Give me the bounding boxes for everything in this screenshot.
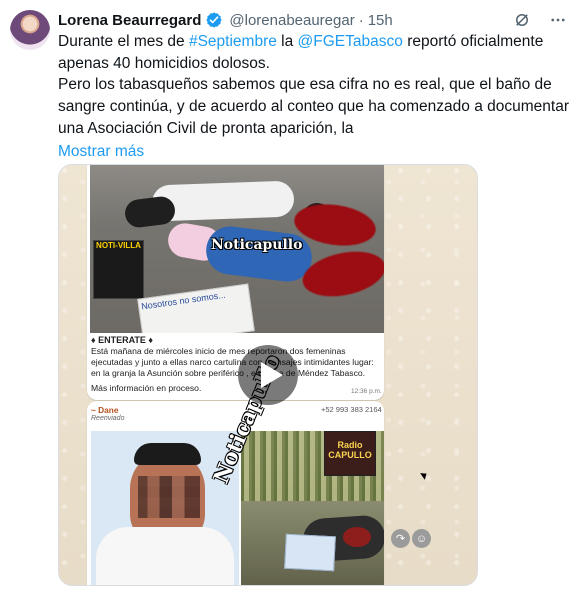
post-time[interactable]: 15h bbox=[368, 12, 393, 29]
emoji-button[interactable]: ☺ bbox=[412, 529, 431, 548]
post-text-segment: la bbox=[276, 33, 298, 50]
sender-phone: +52 993 383 2164 bbox=[321, 405, 382, 414]
body-shape bbox=[123, 195, 177, 229]
post-text-line: una Asociación Civil de pronta aparición… bbox=[58, 119, 354, 137]
author-name[interactable]: Lorena Beaurregard bbox=[58, 12, 201, 29]
sign-text: Nosotros no somos... bbox=[140, 289, 227, 312]
video-media[interactable]: NOTI-VILLA Nosotros no somos... Noticapu… bbox=[58, 164, 478, 586]
portrait-hair bbox=[134, 443, 201, 465]
radio-logo-text: Radio CAPULLO bbox=[328, 440, 372, 460]
portrait-shirt bbox=[96, 527, 234, 585]
post-text-line: apenas 40 homicidios dolosos. bbox=[58, 54, 270, 72]
author-handle[interactable]: @lorenabeauregar bbox=[229, 12, 354, 29]
mention-link[interactable]: @FGETabasco bbox=[298, 33, 403, 50]
message-headline: ♦ ENTERATE ♦ bbox=[91, 335, 154, 345]
noti-villa-logo: NOTI-VILLA bbox=[93, 240, 144, 299]
show-more-link[interactable]: Mostrar más bbox=[58, 141, 144, 163]
body-sign bbox=[284, 533, 336, 572]
verified-badge-icon bbox=[205, 11, 223, 29]
grok-icon[interactable] bbox=[512, 10, 532, 30]
post-header: Lorena Beaurregard @lorenabeauregar · 15… bbox=[58, 10, 393, 30]
post-text-line: sangre continúa, y de acuerdo al conteo … bbox=[58, 98, 569, 116]
author-avatar[interactable] bbox=[10, 10, 50, 50]
message-text-block: ♦ ENTERATE ♦ Está mañana de miércoles in… bbox=[91, 335, 378, 394]
radio-capullo-logo: Radio CAPULLO bbox=[324, 431, 376, 476]
narco-sign: Nosotros no somos... bbox=[137, 283, 255, 333]
blood-stain bbox=[343, 527, 371, 547]
post-text-line: Pero los tabasqueños sabemos que esa cif… bbox=[58, 76, 552, 94]
message-time: 12:36 p.m. bbox=[351, 388, 382, 395]
forwarded-label: Reenviado bbox=[91, 415, 125, 422]
play-button[interactable] bbox=[238, 345, 298, 405]
time-separator: · bbox=[358, 11, 364, 29]
hashtag-link[interactable]: #Septiembre bbox=[189, 33, 277, 50]
body-shape bbox=[203, 223, 315, 285]
more-options-icon[interactable] bbox=[548, 10, 568, 30]
logo-text: NOTI-VILLA bbox=[96, 241, 141, 250]
message-more-info: Más información en proceso. bbox=[91, 383, 202, 393]
post-text-segment: Durante el mes de bbox=[58, 33, 189, 50]
post-text: Durante el mes de #Septiembre la @FGETab… bbox=[58, 31, 573, 162]
top-watermark: Noticapullo bbox=[211, 237, 303, 253]
incident-photo: NOTI-VILLA Nosotros no somos... Noticapu… bbox=[90, 165, 384, 333]
post-actions-top bbox=[512, 10, 568, 30]
pixelated-face bbox=[138, 476, 200, 518]
message-body: Está mañana de miércoles inicio de mes r… bbox=[91, 346, 374, 378]
post-text-segment: reportó oficialmente bbox=[402, 33, 544, 50]
message-sender: ~ Dane bbox=[91, 405, 119, 415]
forward-button[interactable]: ↷ bbox=[391, 529, 410, 548]
